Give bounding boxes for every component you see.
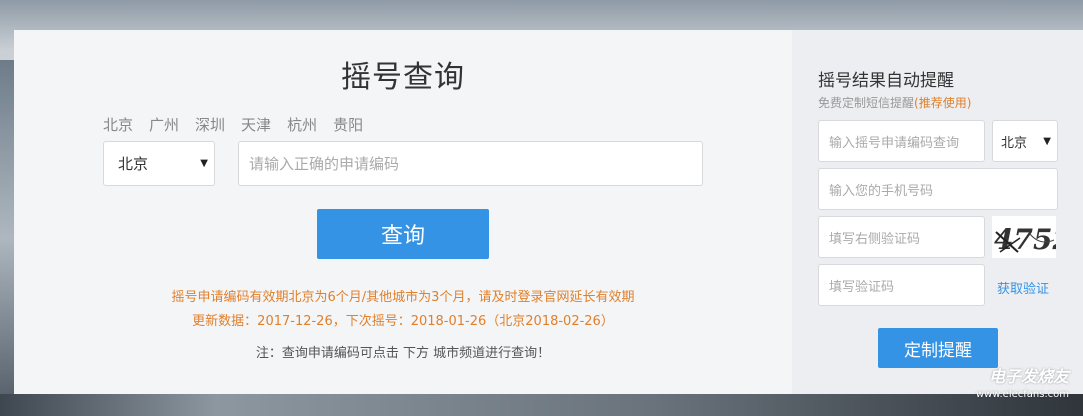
city-select[interactable]: 北京 ▼: [103, 141, 215, 186]
background-bottom: [0, 394, 1083, 416]
query-hint: 注：查询申请编码可点击 下方 城市频道进行查询！: [255, 346, 551, 361]
page-title: 摇号查询: [341, 60, 465, 95]
captcha-input[interactable]: 填写右侧验证码: [818, 216, 985, 258]
sms-code-placeholder: 填写验证码: [829, 279, 895, 295]
reminder-city-value: 北京: [1001, 135, 1028, 151]
captcha-placeholder: 填写右侧验证码: [829, 231, 921, 247]
city-tab-guangzhou[interactable]: 广州: [149, 114, 179, 135]
reminder-title: 摇号结果自动提醒: [818, 71, 954, 91]
phone-placeholder: 输入您的手机号码: [829, 183, 934, 199]
subscribe-reminder-button[interactable]: 定制提醒: [878, 328, 998, 368]
reminder-subtitle-text: 免费定制短信提醒: [818, 96, 915, 110]
city-tab-beijing[interactable]: 北京: [103, 114, 133, 135]
reminder-city-select[interactable]: 北京 ▼: [992, 120, 1058, 162]
city-select-value: 北京: [118, 155, 149, 173]
validity-notice: 摇号申请编码有效期北京为6个月/其他城市为3个月，请及时登录官网延长有效期: [171, 290, 635, 305]
captcha-graphic: 4752: [994, 223, 1072, 256]
dropdown-arrow-icon: ▼: [200, 158, 208, 169]
captcha-image[interactable]: 4752: [992, 216, 1072, 258]
watermark-name: 电子发烧友: [988, 367, 1069, 386]
city-tabs: 北京 广州 深圳 天津 杭州 贵阳: [103, 114, 363, 135]
get-verification-code-link[interactable]: 获取验证: [997, 278, 1049, 297]
reminder-code-input[interactable]: 输入摇号申请编码查询: [818, 120, 985, 162]
watermark-url: www.elecfans.com: [975, 389, 1069, 400]
reminder-code-placeholder: 输入摇号申请编码查询: [829, 135, 960, 151]
dropdown-arrow-icon: ▼: [1043, 135, 1051, 147]
query-panel: 摇号查询 北京 广州 深圳 天津 杭州 贵阳 北京 ▼ 请输入正确的申请编码 查…: [14, 30, 792, 394]
recommended-tag: (推荐使用): [914, 96, 972, 110]
application-code-placeholder: 请输入正确的申请编码: [249, 155, 400, 173]
watermark: 电子发烧友 www.elecfans.com: [976, 368, 1069, 404]
city-tab-hangzhou[interactable]: 杭州: [287, 114, 317, 135]
application-code-input[interactable]: 请输入正确的申请编码: [238, 141, 703, 186]
city-tab-shenzhen[interactable]: 深圳: [195, 114, 225, 135]
phone-input[interactable]: 输入您的手机号码: [818, 168, 1058, 210]
reminder-subtitle: 免费定制短信提醒(推荐使用): [818, 94, 971, 111]
sms-code-input[interactable]: 填写验证码: [818, 264, 985, 306]
city-tab-tianjin[interactable]: 天津: [241, 114, 271, 135]
city-tab-guiyang[interactable]: 贵阳: [333, 114, 363, 135]
update-info: 更新数据：2017-12-26，下次摇号：2018-01-26（北京2018-0…: [192, 314, 614, 329]
query-button[interactable]: 查询: [317, 209, 489, 259]
